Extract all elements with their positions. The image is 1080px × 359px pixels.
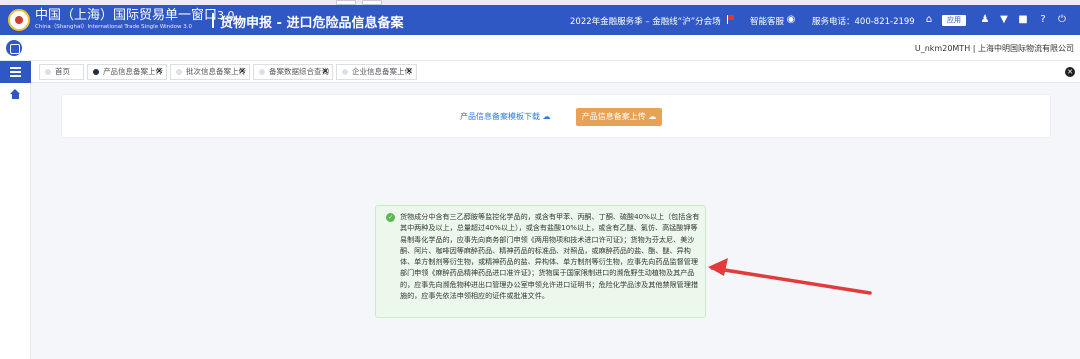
promo-link[interactable]: 2022年金融服务季 – 金融线“沪”分会场 xyxy=(570,15,721,27)
bell-icon[interactable]: ■ xyxy=(1017,14,1029,26)
assistant-link[interactable]: 智能客服 xyxy=(750,15,784,27)
shirt-icon[interactable]: ▼ xyxy=(998,14,1010,26)
brand-name-cn: 中国（上海）国际贸易单一窗口 xyxy=(35,8,218,23)
tab-label: 首页 xyxy=(55,67,70,76)
annotation-arrow-head xyxy=(708,258,728,276)
tab-product-upload[interactable]: 产品信息备案上传 ✕ xyxy=(87,64,167,80)
menu-icon-line xyxy=(10,67,21,69)
close-tab-icon[interactable]: ✕ xyxy=(321,65,329,79)
header-divider xyxy=(212,13,214,28)
tab-status-dot xyxy=(93,69,99,75)
tab-record-query[interactable]: 备案数据综合查询 ✕ xyxy=(253,64,333,80)
brand-name-en: China（ShanghaI）International Trade Singl… xyxy=(35,24,193,30)
annotation-arrow-shaft xyxy=(710,266,872,295)
app-switch-icon[interactable] xyxy=(6,40,22,56)
power-icon[interactable]: ⏻ xyxy=(1056,14,1068,26)
home-icon[interactable]: ⌂ xyxy=(923,14,935,26)
template-download-link[interactable]: 产品信息备案模板下载 ☁ xyxy=(460,111,551,122)
success-alert: ✓ 货物成分中含有三乙醇胺等监控化学品的，或含有甲苯、丙酮、丁酮、硫酸40%以上… xyxy=(375,205,706,318)
cloud-download-icon: ☁ xyxy=(540,112,551,121)
tab-status-dot xyxy=(176,69,182,75)
user-account[interactable]: U_nkm20MTH | 上海中明国际物流有限公司 xyxy=(915,43,1074,54)
single-window-logo[interactable] xyxy=(8,9,30,31)
tab-label: 批次信息备案上传 xyxy=(186,67,246,76)
tab-bar: 首页 产品信息备案上传 ✕ 批次信息备案上传 ✕ 备案数据综合查询 ✕ 企业信息… xyxy=(31,61,1080,83)
tab-label: 备案数据综合查询 xyxy=(269,67,329,76)
help-icon[interactable]: ? xyxy=(1037,14,1049,26)
close-tab-icon[interactable]: ✕ xyxy=(155,65,163,79)
menu-toggle-button[interactable] xyxy=(0,61,31,83)
flag-icon xyxy=(727,15,734,24)
hotline-text: 服务电话：400-821-2199 xyxy=(812,17,915,27)
product-upload-label: 产品信息备案上传 xyxy=(581,112,646,121)
alert-message: 货物成分中含有三乙醇胺等监控化学品的，或含有甲苯、丙酮、丁酮、硫酸40%以上（包… xyxy=(400,212,700,301)
menu-icon-line xyxy=(10,71,21,73)
page-title: 货物申报 - 进口危险品信息备案 xyxy=(220,16,404,31)
apps-button[interactable]: 应用 xyxy=(942,15,966,26)
success-check-icon: ✓ xyxy=(386,213,395,222)
site-header: 中国（上海）国际贸易单一窗口3.0 China（ShanghaI）Interna… xyxy=(0,5,1080,35)
left-sidebar xyxy=(0,61,31,359)
tab-status-dot xyxy=(259,69,265,75)
tab-label: 产品信息备案上传 xyxy=(103,67,163,76)
tab-batch-upload[interactable]: 批次信息备案上传 ✕ xyxy=(170,64,250,80)
tab-home[interactable]: 首页 xyxy=(39,64,84,80)
product-upload-button[interactable]: 产品信息备案上传 ☁ xyxy=(576,108,662,126)
tab-status-dot xyxy=(45,69,51,75)
cloud-upload-icon: ☁ xyxy=(645,112,657,121)
close-tab-icon[interactable]: ✕ xyxy=(238,65,246,79)
close-all-tabs-icon[interactable]: ✕ xyxy=(1065,67,1075,77)
close-tab-icon[interactable]: ✕ xyxy=(405,65,413,79)
tab-label: 企业信息备案上传 xyxy=(352,67,412,76)
tab-company-upload[interactable]: 企业信息备案上传 ✕ xyxy=(336,64,417,80)
user-bar: U_nkm20MTH | 上海中明国际物流有限公司 xyxy=(0,35,1080,61)
tab-status-dot xyxy=(342,69,348,75)
brand-name: 中国（上海）国际贸易单一窗口3.0 xyxy=(35,9,235,23)
upload-panel: 产品信息备案模板下载 ☁ 产品信息备案上传 ☁ xyxy=(61,94,1051,138)
sidebar-home-icon[interactable] xyxy=(10,89,21,99)
robot-icon[interactable]: ◉ xyxy=(785,14,797,26)
template-download-label: 产品信息备案模板下载 xyxy=(460,112,540,121)
menu-icon-line xyxy=(10,75,21,77)
user-icon[interactable]: ♟ xyxy=(979,14,991,26)
